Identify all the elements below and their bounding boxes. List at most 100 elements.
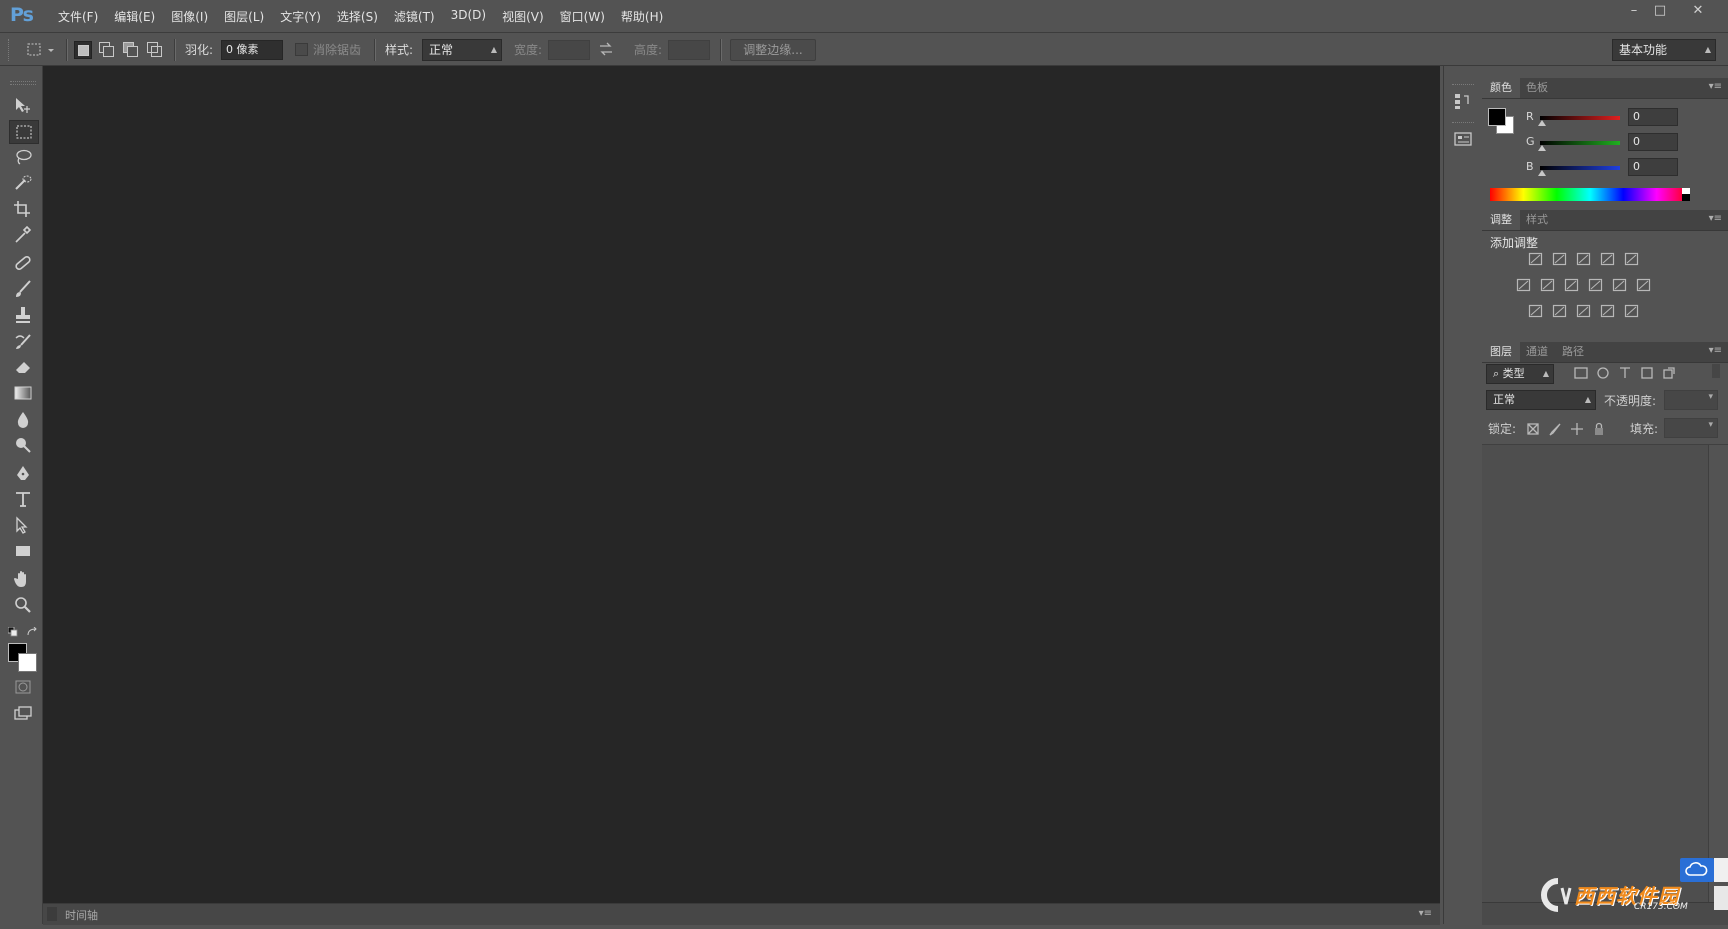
- lock-transparency-icon[interactable]: [1526, 422, 1540, 436]
- gradient-map-icon[interactable]: [1624, 304, 1640, 318]
- menu-select[interactable]: 选择(S): [329, 8, 386, 25]
- tools-grip[interactable]: [10, 81, 36, 85]
- tab-paths[interactable]: 路径: [1554, 342, 1592, 362]
- channel-slider-g[interactable]: [1540, 141, 1620, 145]
- side-widget-top[interactable]: [1714, 858, 1728, 882]
- menu-filter[interactable]: 滤镜(T): [386, 8, 443, 25]
- channel-value-r[interactable]: 0: [1628, 108, 1678, 126]
- black-white-icon[interactable]: [1564, 278, 1580, 292]
- eraser-tool[interactable]: [9, 356, 37, 378]
- lock-pixels-brush-icon[interactable]: [1548, 422, 1562, 436]
- width-input[interactable]: [548, 40, 590, 60]
- move-tool[interactable]: [9, 94, 37, 116]
- layer-filter-select[interactable]: ⌕ 类型 ▲: [1486, 364, 1554, 384]
- gradient-tool[interactable]: [9, 382, 37, 404]
- timeline-menu-icon[interactable]: ▾≡: [1419, 908, 1432, 919]
- eyedropper-tool[interactable]: [9, 224, 37, 246]
- selective-color-icon[interactable]: [1600, 304, 1616, 318]
- slider-thumb-icon[interactable]: [1538, 120, 1546, 126]
- tab-styles[interactable]: 样式: [1518, 210, 1556, 230]
- maximize-button[interactable]: □: [1646, 2, 1674, 20]
- layers-list[interactable]: [1482, 445, 1708, 915]
- lock-position-move-icon[interactable]: [1570, 422, 1584, 436]
- tab-swatches[interactable]: 色板: [1518, 78, 1556, 98]
- add-selection-button[interactable]: [98, 41, 114, 57]
- smart-object-filter-icon[interactable]: [1662, 366, 1676, 380]
- timeline-grip[interactable]: [47, 907, 57, 921]
- fill-input[interactable]: ▾: [1664, 418, 1718, 438]
- tab-adjustments[interactable]: 调整: [1482, 210, 1520, 230]
- screen-mode-button[interactable]: [9, 702, 37, 724]
- close-button[interactable]: ✕: [1684, 2, 1712, 20]
- filter-toggle[interactable]: [1712, 364, 1720, 378]
- pen-tool[interactable]: [9, 462, 37, 484]
- healing-brush-tool[interactable]: [9, 252, 37, 274]
- zoom-tool[interactable]: [9, 594, 37, 616]
- opacity-input[interactable]: ▾: [1664, 390, 1718, 410]
- exposure-icon[interactable]: [1600, 252, 1616, 266]
- tab-channels[interactable]: 通道: [1518, 342, 1556, 362]
- posterize-icon[interactable]: [1552, 304, 1568, 318]
- photo-filter-icon[interactable]: [1588, 278, 1604, 292]
- path-selection-tool[interactable]: [9, 514, 37, 536]
- channel-slider-r[interactable]: [1540, 116, 1620, 120]
- history-panel-button[interactable]: [1453, 92, 1473, 113]
- levels-icon[interactable]: [1552, 252, 1568, 266]
- tab-color[interactable]: 颜色: [1482, 78, 1520, 98]
- properties-panel-button[interactable]: [1453, 130, 1473, 151]
- layers-scrollbar[interactable]: [1708, 445, 1728, 915]
- blur-tool[interactable]: [9, 408, 37, 430]
- blend-mode-select[interactable]: 正常 ▲: [1486, 390, 1596, 410]
- menu-3d[interactable]: 3D(D): [443, 8, 494, 25]
- slider-thumb-icon[interactable]: [1538, 170, 1546, 176]
- clone-stamp-tool[interactable]: [9, 304, 37, 326]
- timeline-tab[interactable]: 时间轴: [65, 907, 98, 923]
- color-spectrum-bar[interactable]: [1490, 188, 1690, 201]
- side-widget-bottom[interactable]: [1714, 886, 1728, 910]
- curves-icon[interactable]: [1576, 252, 1592, 266]
- options-bar-grip[interactable]: [8, 39, 12, 61]
- marquee-preset-button[interactable]: [26, 42, 56, 61]
- spectrum-black-chip[interactable]: [1682, 194, 1690, 201]
- intersect-selection-button[interactable]: [146, 41, 162, 57]
- panel-menu-icon[interactable]: ▾≡: [1709, 345, 1722, 356]
- menu-help[interactable]: 帮助(H): [613, 8, 671, 25]
- menu-window[interactable]: 窗口(W): [552, 8, 613, 25]
- cloud-sync-button[interactable]: [1680, 858, 1714, 882]
- rectangle-tool[interactable]: [9, 540, 37, 562]
- hue-saturation-icon[interactable]: [1516, 278, 1532, 292]
- quick-selection-tool[interactable]: [9, 172, 37, 194]
- antialias-checkbox[interactable]: [295, 43, 308, 56]
- panel-foreground-swatch[interactable]: [1488, 108, 1506, 126]
- vibrance-icon[interactable]: [1624, 252, 1640, 266]
- crop-tool[interactable]: [9, 198, 37, 220]
- hand-tool[interactable]: [9, 568, 37, 590]
- menu-file[interactable]: 文件(F): [50, 8, 106, 25]
- slider-thumb-icon[interactable]: [1538, 145, 1546, 151]
- rect-marquee-tool[interactable]: [9, 120, 39, 144]
- color-balance-icon[interactable]: [1540, 278, 1556, 292]
- height-input[interactable]: [668, 40, 710, 60]
- swap-dimensions-button[interactable]: [598, 42, 614, 59]
- menu-view[interactable]: 视图(V): [494, 8, 552, 25]
- history-brush-tool[interactable]: [9, 330, 37, 352]
- style-select[interactable]: 正常 ▲: [422, 39, 502, 61]
- dodge-tool[interactable]: [9, 434, 37, 456]
- threshold-icon[interactable]: [1576, 304, 1592, 318]
- menu-type[interactable]: 文字(Y): [272, 8, 329, 25]
- document-canvas-area[interactable]: [43, 66, 1440, 903]
- panel-menu-icon[interactable]: ▾≡: [1709, 81, 1722, 92]
- background-color-swatch[interactable]: [18, 653, 37, 672]
- adjustment-filter-icon[interactable]: [1596, 366, 1610, 380]
- lasso-tool[interactable]: [9, 146, 37, 168]
- color-lookup-icon[interactable]: [1636, 278, 1652, 292]
- menu-layer[interactable]: 图层(L): [216, 8, 272, 25]
- type-filter-icon[interactable]: [1618, 366, 1632, 380]
- menu-edit[interactable]: 编辑(E): [106, 8, 163, 25]
- brightness-contrast-icon[interactable]: [1528, 252, 1544, 266]
- shape-filter-icon[interactable]: [1640, 366, 1654, 380]
- channel-mixer-icon[interactable]: [1612, 278, 1628, 292]
- panel-menu-icon[interactable]: ▾≡: [1709, 213, 1722, 224]
- feather-input[interactable]: 0 像素: [221, 40, 283, 60]
- brush-tool[interactable]: [9, 278, 37, 300]
